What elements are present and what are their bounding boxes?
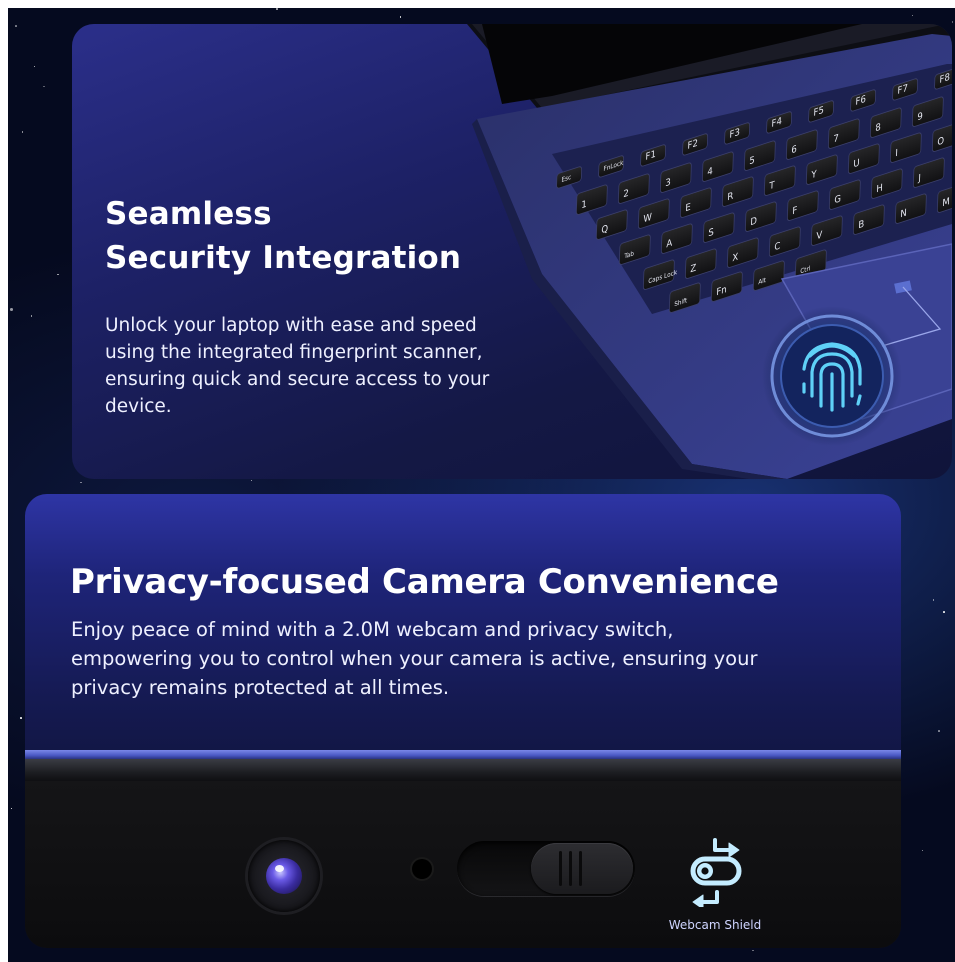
key-label: N — [900, 207, 907, 220]
star — [80, 481, 82, 484]
star — [938, 730, 940, 732]
key-label: E — [685, 201, 691, 214]
key-label: V — [816, 229, 823, 242]
privacy-feature-card: Privacy-focused Camera Convenience Enjoy… — [25, 494, 901, 948]
key-label: S — [708, 226, 714, 239]
star — [33, 65, 36, 68]
lens-glare — [275, 865, 284, 872]
key-label: T — [768, 179, 775, 192]
key-label: C — [774, 240, 780, 253]
star — [30, 315, 33, 317]
bezel-edge — [25, 750, 901, 759]
star — [250, 479, 253, 482]
key-label: 3 — [665, 176, 671, 189]
key-label: D — [750, 215, 757, 228]
key-label: 4 — [707, 165, 713, 178]
star — [932, 599, 935, 601]
key-label: J — [917, 172, 921, 184]
camera-indicator-light — [412, 859, 432, 879]
key-label: R — [727, 190, 734, 203]
key-label: 9 — [917, 110, 923, 123]
bezel-lip — [25, 759, 901, 781]
star — [276, 8, 278, 10]
privacy-switch-icon — [457, 841, 635, 896]
key-label: Z — [690, 262, 696, 275]
key-label: 2 — [623, 187, 629, 200]
title-line-1: Seamless — [105, 196, 272, 232]
star — [9, 307, 13, 311]
knob-groove — [569, 851, 572, 886]
key-label: 7 — [833, 132, 839, 145]
lens-glass — [266, 858, 302, 894]
key-label: 8 — [875, 121, 881, 134]
laptop-bezel: Webcam Shield — [25, 750, 901, 948]
key-label: H — [876, 182, 883, 195]
key-label: Q — [601, 223, 608, 237]
key-label: G — [834, 193, 841, 206]
security-feature-card: Esc FnLock F1 F2 F3 F4 F5 F6 F7 F8 1 2 3 4 5 6 7 8 9 Q W E R T Y… — [72, 24, 952, 479]
privacy-switch-knob — [531, 843, 633, 894]
key-label: Y — [810, 168, 817, 181]
star — [20, 717, 22, 719]
star — [21, 131, 24, 133]
key-label: 1 — [581, 198, 587, 211]
star — [15, 25, 17, 27]
star — [943, 611, 945, 613]
key-label: B — [858, 218, 864, 231]
key-label: U — [853, 157, 860, 170]
key-label: 5 — [749, 154, 755, 167]
star — [951, 21, 954, 23]
page-background: Esc FnLock F1 F2 F3 F4 F5 F6 F7 F8 1 2 3 4 5 6 7 8 9 Q W E R T Y… — [8, 8, 955, 962]
webcam-shield-icon — [690, 838, 742, 907]
security-description: Unlock your laptop with ease and speed u… — [105, 315, 490, 417]
star — [43, 85, 45, 88]
key-label: I — [895, 147, 898, 159]
bezel-body: Webcam Shield — [25, 781, 901, 948]
key-label: F — [792, 205, 797, 218]
star — [10, 807, 13, 810]
knob-groove — [559, 851, 562, 886]
star — [921, 849, 924, 852]
webcam-shield-label: Webcam Shield — [668, 918, 762, 932]
privacy-title: Privacy-focused Camera Convenience — [70, 562, 779, 602]
title-line-2: Security Integration — [105, 240, 462, 276]
star — [752, 949, 754, 952]
privacy-description: Enjoy peace of mind with a 2.0M webcam a… — [71, 618, 758, 699]
knob-groove — [579, 851, 582, 886]
key-label: A — [666, 237, 673, 250]
star — [57, 273, 59, 276]
star — [399, 16, 402, 18]
security-title: Seamless Security Integration — [105, 192, 525, 280]
key-label: 6 — [791, 143, 797, 156]
webcam-lens-icon — [248, 840, 320, 912]
key-label: O — [937, 135, 944, 149]
key-label: X — [732, 251, 739, 264]
star — [911, 14, 914, 17]
